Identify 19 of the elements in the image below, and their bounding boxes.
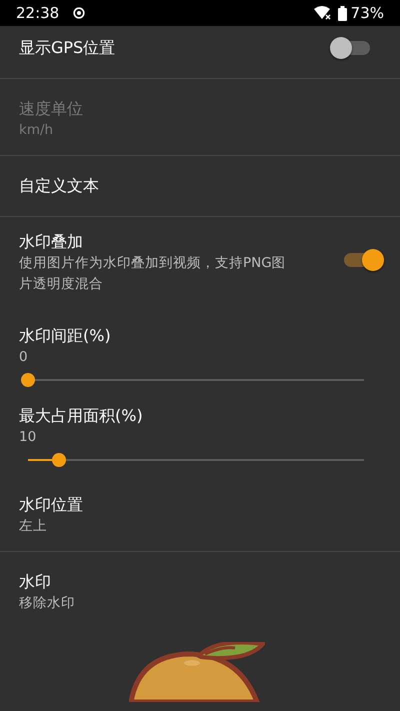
record-icon <box>73 7 86 19</box>
slider-value: 10 <box>19 428 38 447</box>
setting-title: 自定义文本 <box>19 175 100 197</box>
setting-title: 速度单位 <box>19 98 84 120</box>
clock: 22:38 <box>16 4 60 22</box>
battery-percent: 73% <box>350 4 384 22</box>
setting-summary: km/h <box>19 121 54 140</box>
wifi-icon <box>314 6 332 20</box>
slider-value: 0 <box>19 348 29 367</box>
setting-summary: 使用图片作为水印叠加到视频，支持PNG图片透明度混合 <box>19 254 287 294</box>
setting-title: 最大占用面积(%) <box>19 405 144 427</box>
setting-title: 水印 <box>19 571 52 593</box>
setting-title: 水印位置 <box>19 494 84 516</box>
setting-summary: 左上 <box>19 517 48 536</box>
setting-title: 水印叠加 <box>19 231 84 253</box>
setting-title: 水印间距(%) <box>19 325 112 347</box>
setting-summary: 移除水印 <box>19 594 76 613</box>
battery-icon <box>338 6 347 20</box>
setting-title: 显示GPS位置 <box>19 37 116 59</box>
